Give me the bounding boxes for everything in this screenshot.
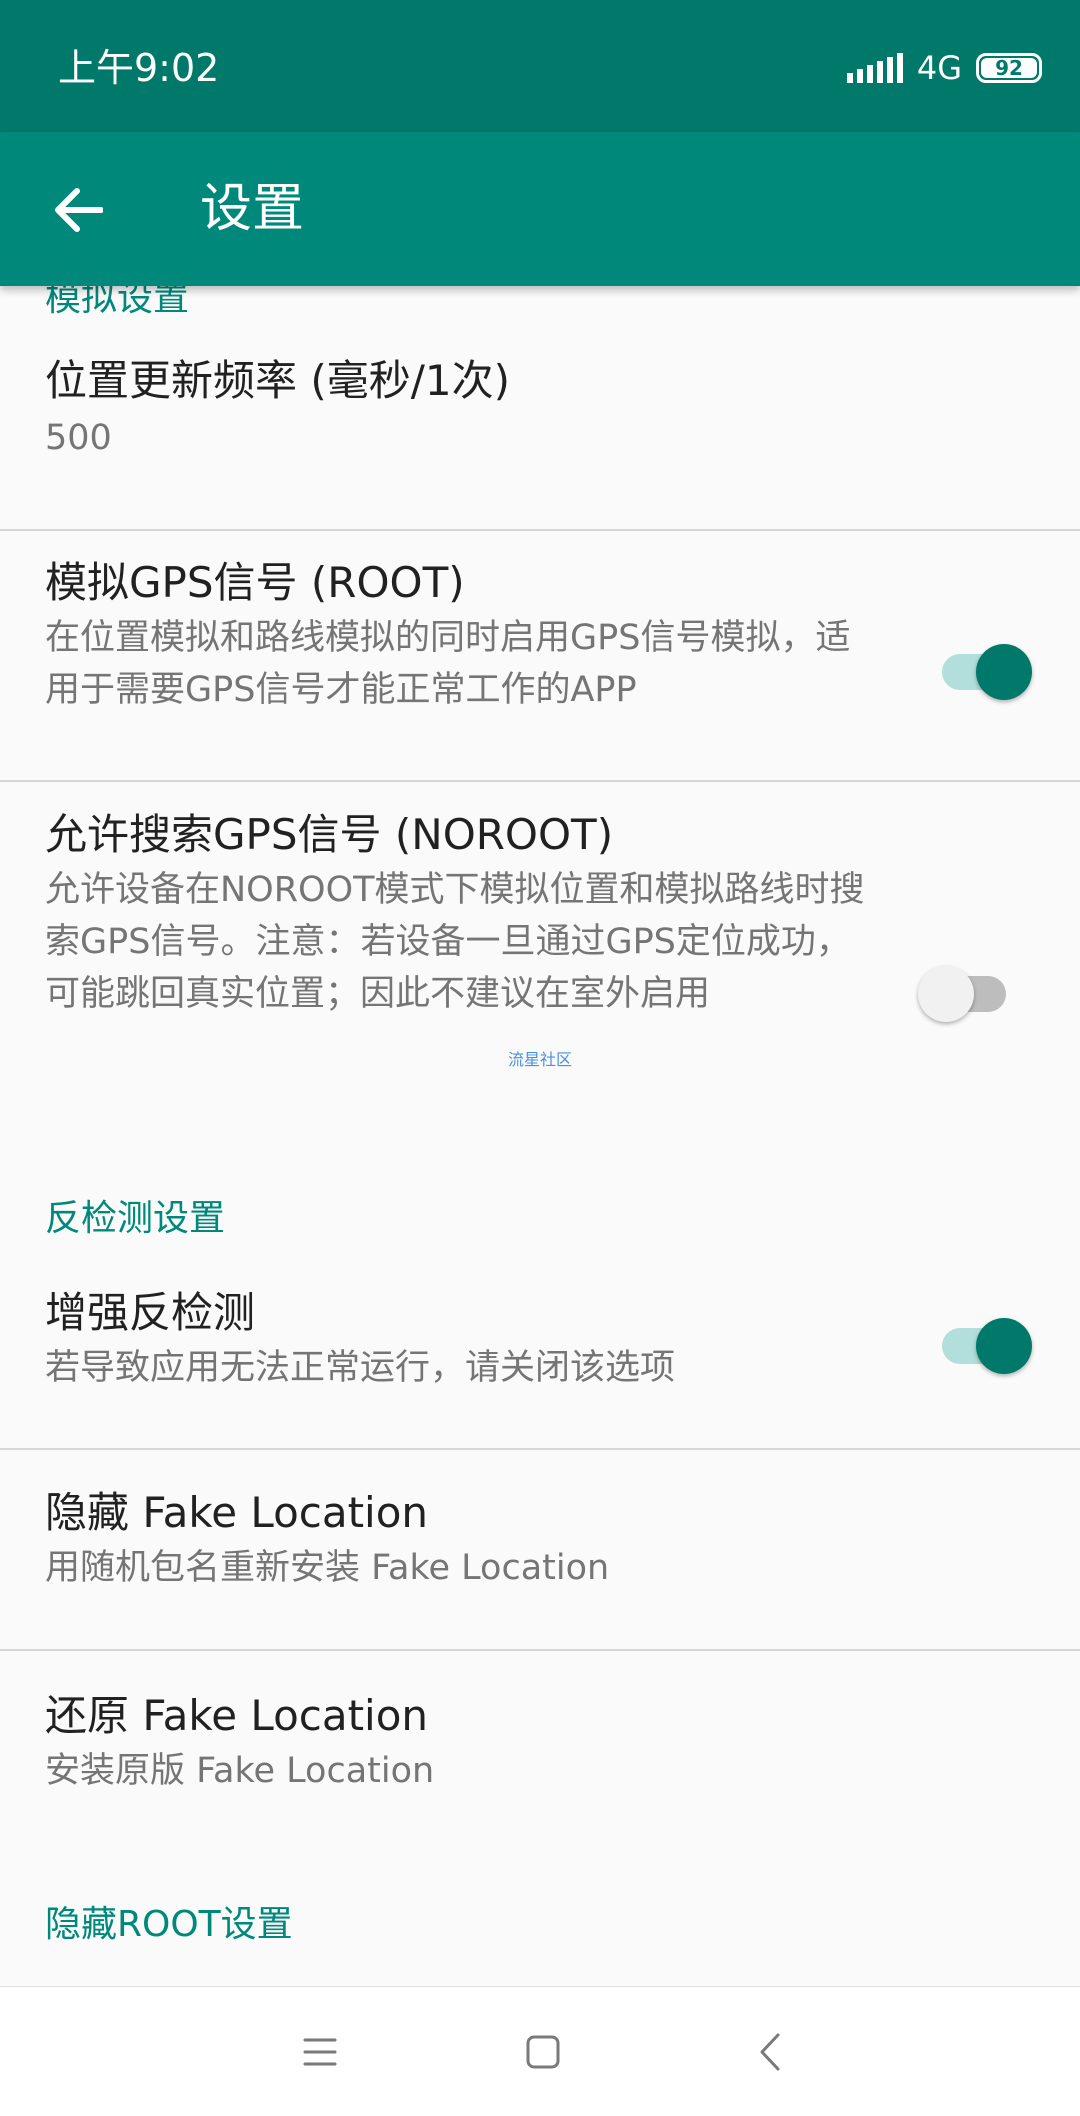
switch-thumb — [976, 644, 1032, 700]
pref-summary: 若导致应用无法正常运行，请关闭该选项 — [45, 1348, 676, 1388]
watermark: 流星社区 — [508, 1050, 573, 1069]
section-header-hide-root: 隐藏ROOT设置 — [45, 1904, 293, 1945]
divider — [0, 529, 1080, 531]
switch-thumb — [918, 966, 974, 1022]
back-button[interactable] — [36, 168, 120, 252]
allow-gps-search-switch[interactable] — [918, 964, 1014, 1024]
home-icon — [526, 2035, 560, 2069]
status-time: 上午9:02 — [58, 46, 220, 90]
settings-list[interactable]: 模拟设置 位置更新频率 (毫秒/1次) 500 模拟GPS信号 (ROOT) 在… — [0, 286, 1080, 1986]
switch-thumb — [976, 1318, 1032, 1374]
status-bar: 上午9:02 4G 92 — [0, 0, 1080, 132]
page-title: 设置 — [200, 179, 305, 239]
battery-level: 92 — [981, 56, 1037, 80]
app-bar: 设置 — [0, 132, 1080, 286]
nav-back-button[interactable] — [735, 2017, 805, 2087]
menu-button[interactable] — [285, 2017, 355, 2087]
enhanced-anti-detect-switch[interactable] — [936, 1316, 1032, 1376]
back-triangle-icon — [760, 2033, 780, 2071]
divider — [0, 1649, 1080, 1651]
mock-gps-switch[interactable] — [936, 642, 1032, 702]
pref-title: 增强反检测 — [45, 1288, 256, 1337]
pref-enhanced-anti-detect[interactable]: 增强反检测 若导致应用无法正常运行，请关闭该选项 — [0, 1286, 1080, 1416]
network-type: 4G — [916, 49, 962, 87]
pref-summary: 用随机包名重新安装 Fake Location — [45, 1548, 610, 1588]
battery-icon: 92 — [976, 53, 1042, 83]
pref-title: 模拟GPS信号 (ROOT) — [45, 558, 465, 607]
pref-summary: 允许设备在NOROOT模式下模拟位置和模拟路线时搜索GPS信号。注意：若设备一旦… — [45, 870, 865, 1014]
menu-icon — [303, 2038, 337, 2066]
pref-title: 还原 Fake Location — [45, 1691, 429, 1740]
status-icons: 4G 92 — [846, 44, 1042, 92]
home-button[interactable] — [508, 2017, 578, 2087]
section-header-anti-detect: 反检测设置 — [45, 1198, 226, 1239]
pref-mock-gps[interactable]: 模拟GPS信号 (ROOT) 在位置模拟和路线模拟的同时启用GPS信号模拟，适用… — [0, 556, 1080, 786]
pref-title: 隐藏 Fake Location — [45, 1488, 429, 1537]
divider — [0, 1448, 1080, 1450]
pref-hide-app[interactable]: 隐藏 Fake Location 用随机包名重新安装 Fake Location — [0, 1486, 1080, 1616]
pref-update-rate[interactable]: 位置更新频率 (毫秒/1次) 500 — [0, 354, 1080, 504]
pref-title: 允许搜索GPS信号 (NOROOT) — [45, 810, 614, 859]
signal-icon — [846, 53, 903, 83]
navigation-bar — [0, 1986, 1080, 2116]
pref-summary: 安装原版 Fake Location — [45, 1751, 435, 1791]
section-header-simulation: 模拟设置 — [45, 286, 190, 319]
pref-title: 位置更新频率 (毫秒/1次) — [45, 356, 510, 405]
pref-restore-app[interactable]: 还原 Fake Location 安装原版 Fake Location — [0, 1689, 1080, 1819]
divider — [0, 780, 1080, 782]
arrow-back-icon — [55, 188, 103, 232]
pref-summary: 在位置模拟和路线模拟的同时启用GPS信号模拟，适用于需要GPS信号才能正常工作的… — [45, 618, 851, 710]
pref-summary: 500 — [45, 418, 112, 458]
